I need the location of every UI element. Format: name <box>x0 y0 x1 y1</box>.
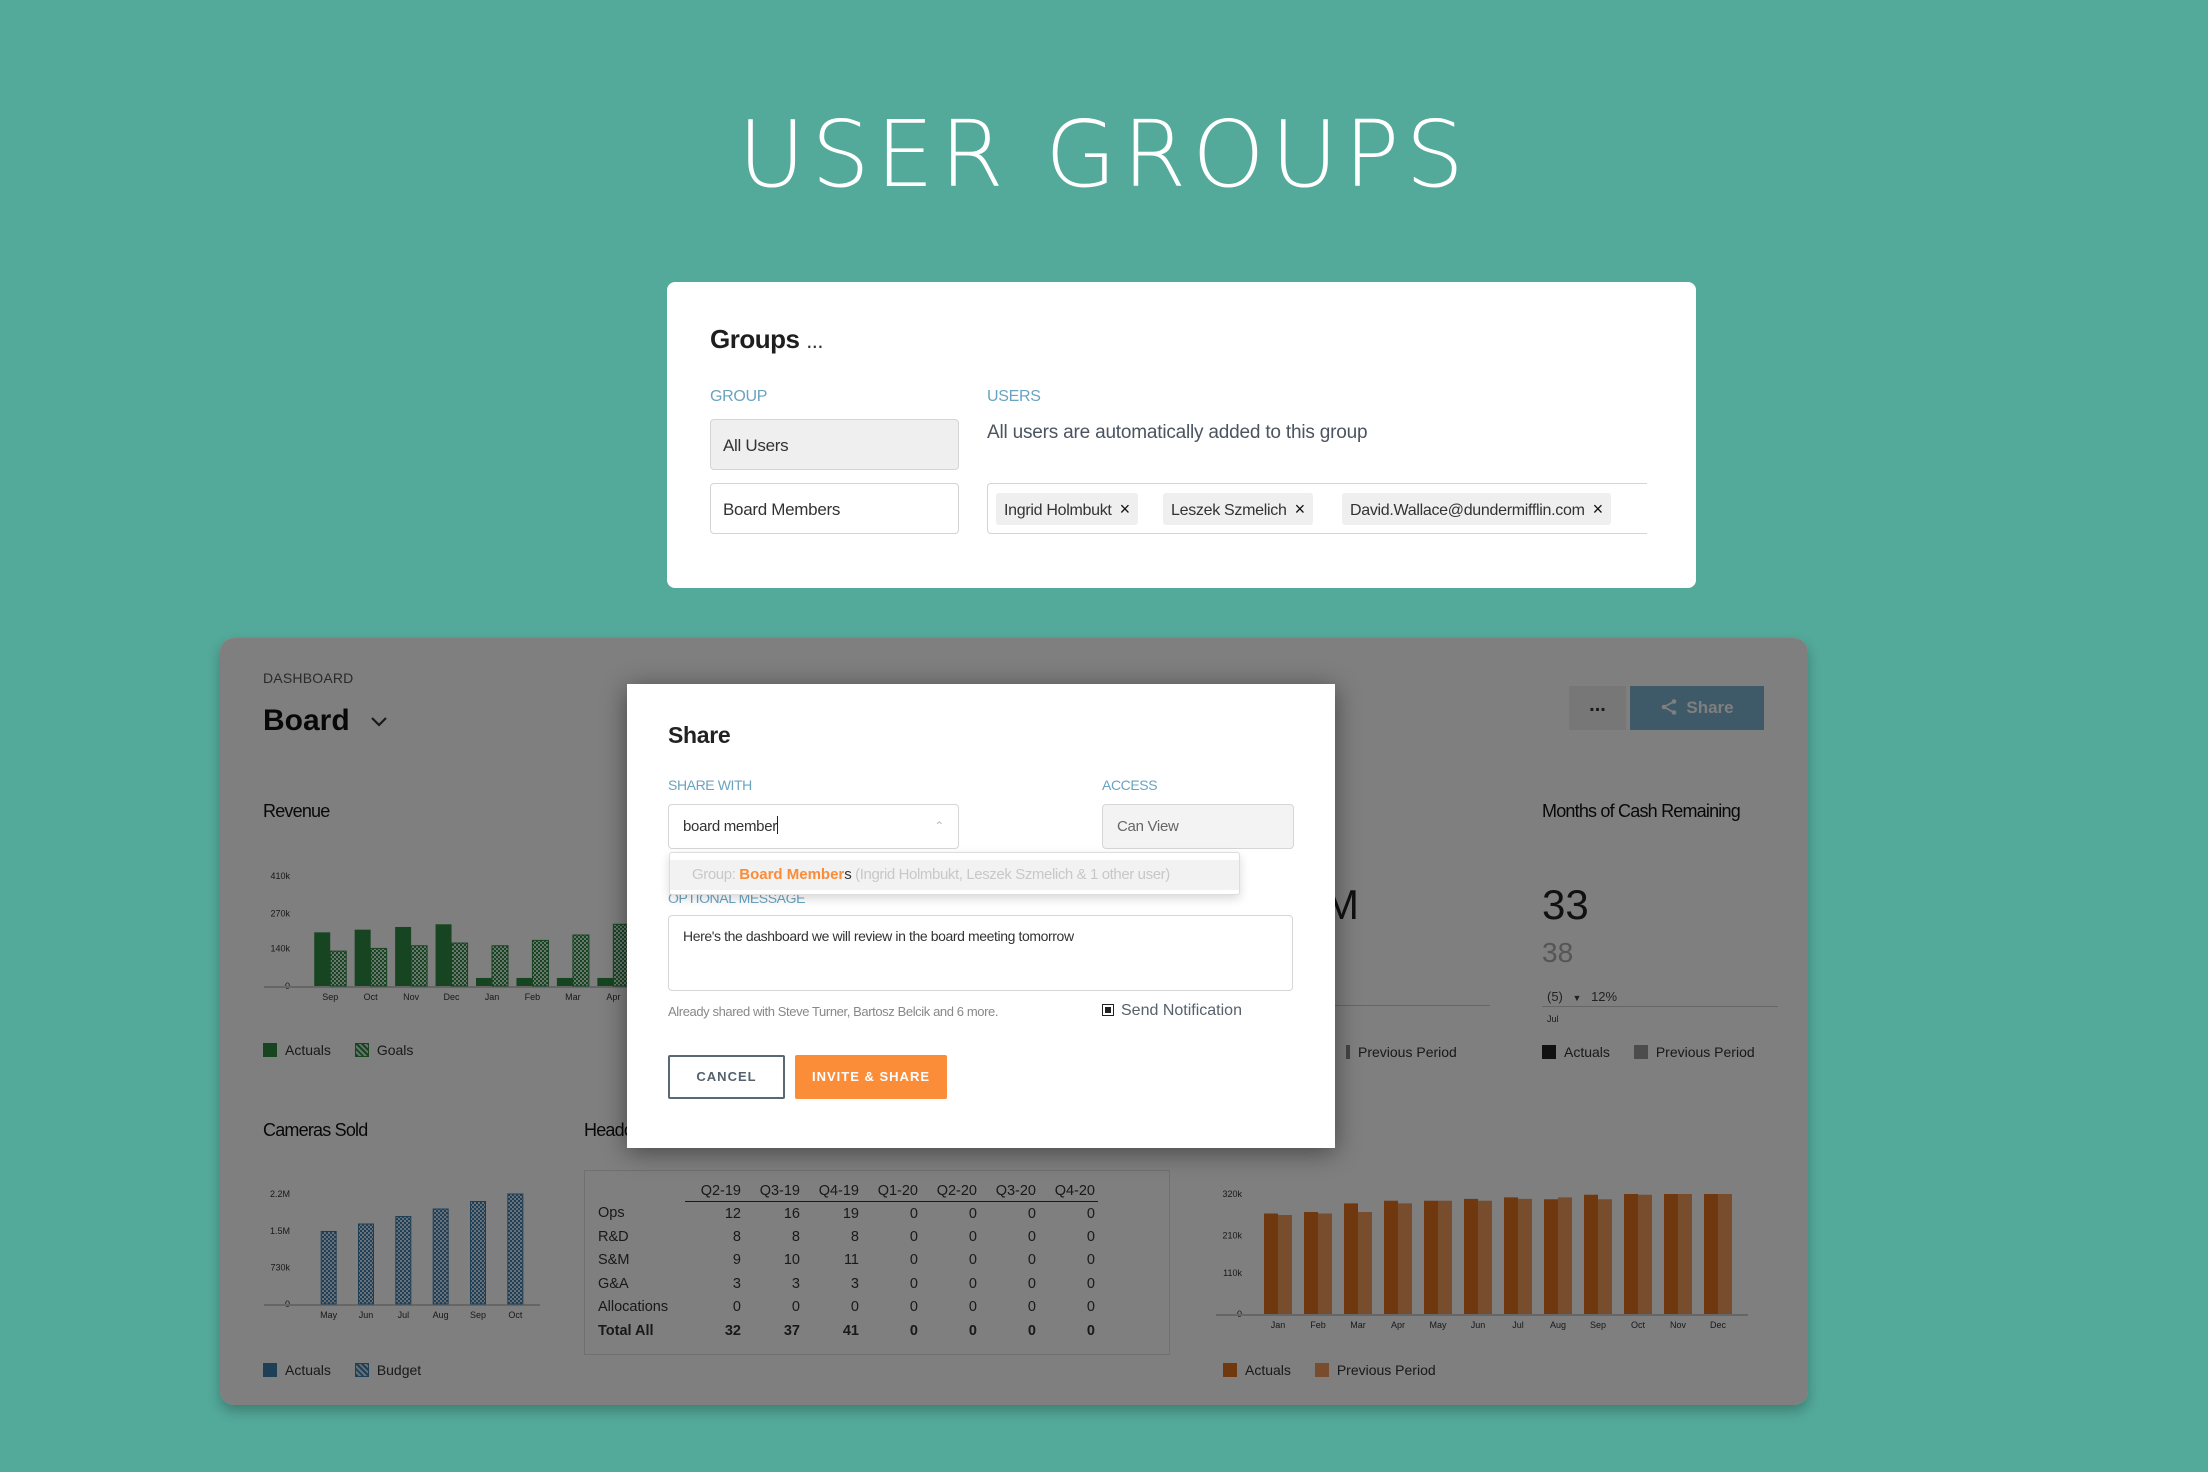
access-select[interactable]: Can View <box>1102 804 1294 849</box>
cancel-button[interactable]: CANCEL <box>668 1055 785 1099</box>
share-with-input-value: board member <box>683 818 777 835</box>
send-notification-checkbox[interactable]: Send Notification <box>1102 1002 1242 1020</box>
share-modal: Share SHARE WITH ACCESS board member ⌃ C… <box>627 684 1335 1148</box>
suggestion-detail: (Ingrid Holmbukt, Leszek Szmelich & 1 ot… <box>851 866 1170 883</box>
user-chip: Leszek Szmelich × <box>1163 493 1313 525</box>
text-cursor <box>776 816 778 834</box>
page-hero-title: USER GROUPS <box>738 101 1470 208</box>
suggestion-item-board-members[interactable]: Group: Board Members (Ingrid Holmbukt, L… <box>670 860 1239 890</box>
already-shared-text: Already shared with Steve Turner, Bartos… <box>668 1004 999 1019</box>
group-item-board-members[interactable]: Board Members <box>710 483 959 534</box>
user-chip-label: David.Wallace@dundermifflin.com <box>1350 502 1585 519</box>
user-chip: Ingrid Holmbukt × <box>996 493 1138 525</box>
remove-user-icon[interactable]: × <box>1593 493 1604 525</box>
optional-message-textarea[interactable]: Here's the dashboard we will review in t… <box>668 915 1293 991</box>
share-with-label: SHARE WITH <box>668 777 752 793</box>
access-label: ACCESS <box>1102 777 1158 793</box>
remove-user-icon[interactable]: × <box>1295 493 1306 525</box>
remove-user-icon[interactable]: × <box>1120 493 1131 525</box>
invite-share-button[interactable]: INVITE & SHARE <box>795 1055 947 1099</box>
chevron-up-icon[interactable]: ⌃ <box>934 805 944 848</box>
all-users-description: All users are automatically added to thi… <box>987 422 1368 443</box>
board-members-users-input[interactable]: Ingrid Holmbukt × Leszek Szmelich × David.… <box>987 483 1647 534</box>
group-item-all-users[interactable]: All Users <box>710 419 959 470</box>
groups-title: Groups ... <box>710 324 824 355</box>
groups-title-ellipsis: ... <box>806 328 824 353</box>
user-chip-label: Leszek Szmelich <box>1171 502 1287 519</box>
checkbox-checked-icon[interactable] <box>1102 1004 1114 1016</box>
share-with-input[interactable]: board member ⌃ <box>668 804 959 849</box>
group-column-label: GROUP <box>710 388 768 405</box>
send-notification-label: Send Notification <box>1121 1002 1242 1019</box>
users-column-label: USERS <box>987 388 1041 405</box>
suggestion-match-highlight: Board Member <box>739 866 845 883</box>
share-suggestion-dropdown: Group: Board Members (Ingrid Holmbukt, L… <box>669 852 1240 895</box>
share-modal-title: Share <box>668 722 731 748</box>
user-chip: David.Wallace@dundermifflin.com × <box>1342 493 1611 525</box>
user-chip-label: Ingrid Holmbukt <box>1004 502 1112 519</box>
groups-card: Groups ... GROUP USERS All Users All use… <box>667 282 1696 588</box>
suggestion-prefix: Group: <box>692 866 740 883</box>
groups-title-text: Groups <box>710 324 800 354</box>
